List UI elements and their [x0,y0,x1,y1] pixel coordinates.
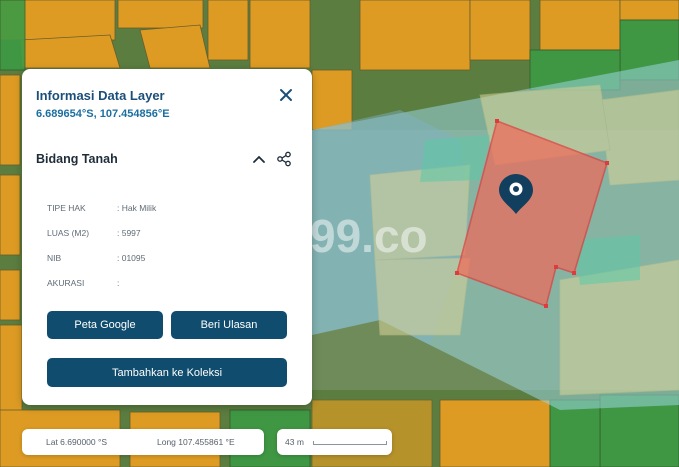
attr-value: : Hak Milik [117,203,157,213]
review-button[interactable]: Beri Ulasan [171,311,287,339]
attr-key: TIPE HAK [47,203,86,213]
latitude-readout: Lat 6.690000 °S [46,437,108,447]
info-panel: Informasi Data Layer 6.689654°S, 107.454… [22,69,312,405]
attr-key: AKURASI [47,278,85,288]
attr-row-akurasi: AKURASI: [47,278,119,288]
attr-row-nib: NIB : 01095 [47,253,145,263]
attr-value: : 01095 [117,253,146,263]
coordinate-readout: Lat 6.690000 °S Long 107.455861 °E [22,429,264,455]
add-to-collection-button[interactable]: Tambahkan ke Koleksi [47,358,287,387]
attr-key: NIB [47,253,62,263]
attr-value: : 5997 [117,228,141,238]
scale-line [313,441,387,445]
attr-key: LUAS (M2) [47,228,90,238]
close-icon[interactable] [278,87,294,103]
chevron-up-icon[interactable] [252,153,266,165]
google-map-button[interactable]: Peta Google [47,311,163,339]
attr-row-tipe-hak: TIPE HAK : Hak Milik [47,203,156,213]
map-watermark: 99.co [310,210,428,262]
share-icon[interactable] [276,151,292,167]
attr-value: : [117,278,120,288]
scale-bar: 43 m [277,429,392,455]
longitude-readout: Long 107.455861 °E [157,437,235,447]
panel-coordinates: 6.689654°S, 107.454856°E [36,108,170,120]
panel-title: Informasi Data Layer [36,88,165,103]
scale-label: 43 m [285,437,304,447]
section-title: Bidang Tanah [36,152,118,166]
attr-row-luas: LUAS (M2) : 5997 [47,228,141,238]
